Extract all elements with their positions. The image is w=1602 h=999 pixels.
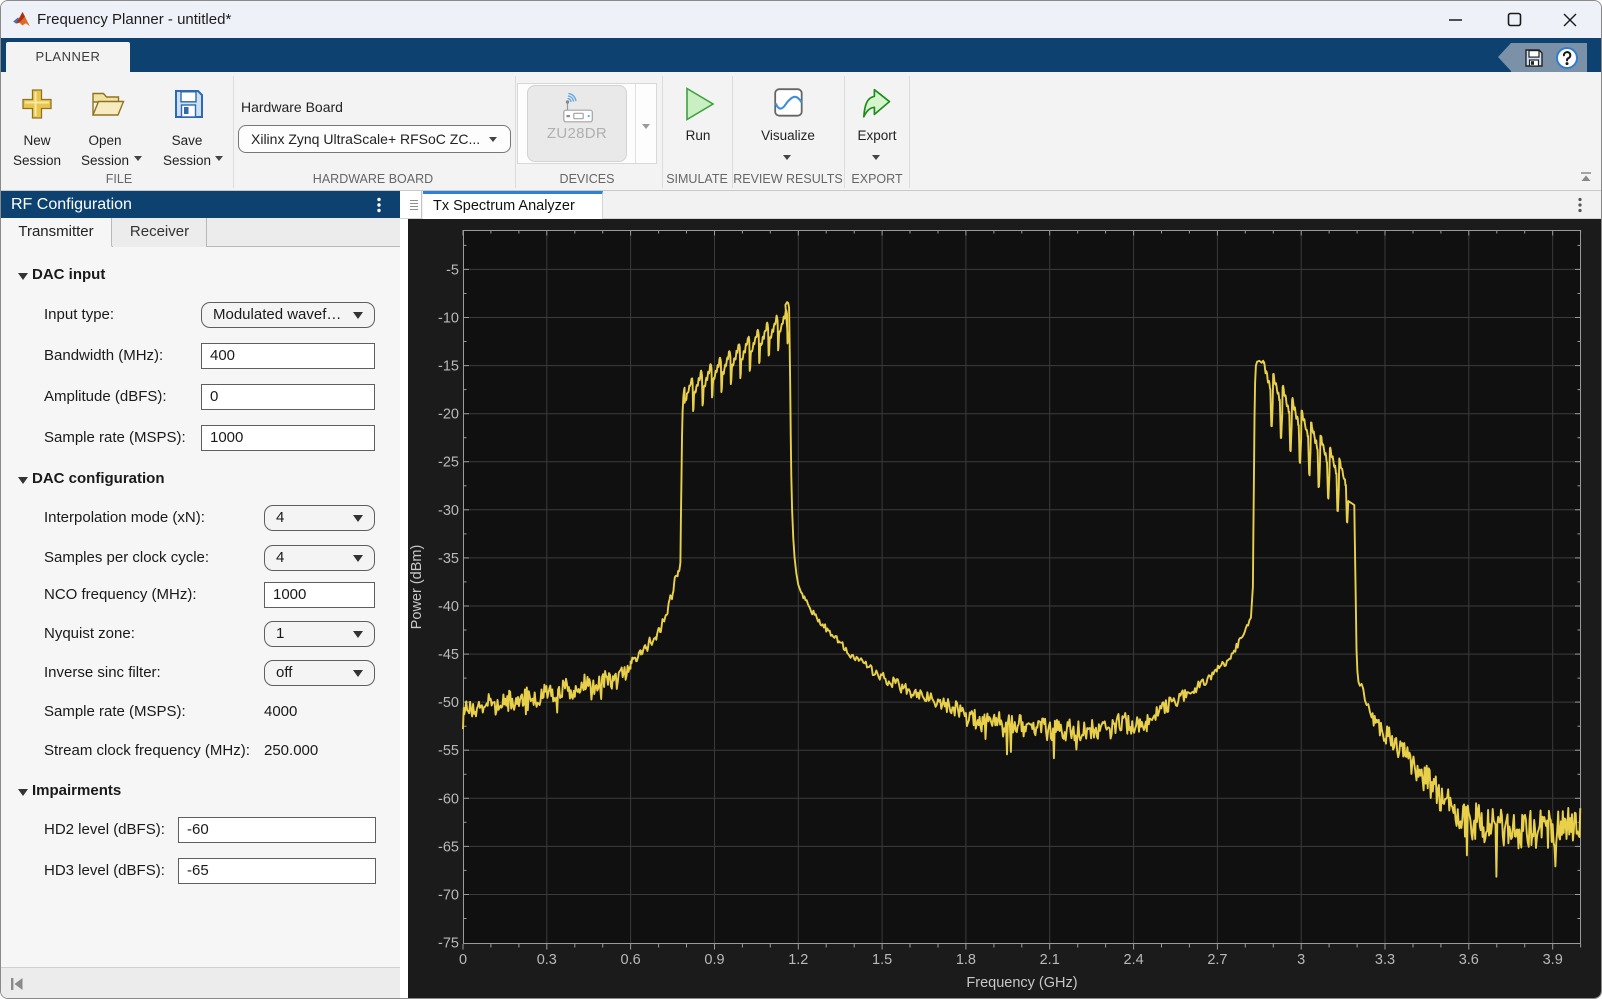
svg-text:-60: -60 xyxy=(438,791,459,807)
svg-text:3.9: 3.9 xyxy=(1543,952,1563,968)
svg-text:3: 3 xyxy=(1297,952,1305,968)
svg-text:-70: -70 xyxy=(438,888,459,904)
svg-text:2.4: 2.4 xyxy=(1124,952,1144,968)
svg-text:-15: -15 xyxy=(438,359,459,375)
svg-text:3.3: 3.3 xyxy=(1375,952,1395,968)
svg-text:1.2: 1.2 xyxy=(788,952,808,968)
svg-text:-45: -45 xyxy=(438,647,459,663)
svg-text:-75: -75 xyxy=(438,936,459,952)
svg-text:3.6: 3.6 xyxy=(1459,952,1479,968)
svg-text:-55: -55 xyxy=(438,743,459,759)
svg-text:-65: -65 xyxy=(438,839,459,855)
svg-text:-30: -30 xyxy=(438,503,459,519)
svg-text:1.5: 1.5 xyxy=(872,952,892,968)
svg-text:0.9: 0.9 xyxy=(704,952,724,968)
svg-text:Power (dBm): Power (dBm) xyxy=(409,545,425,630)
svg-text:-10: -10 xyxy=(438,311,459,327)
svg-text:-40: -40 xyxy=(438,599,459,615)
svg-text:Frequency (GHz): Frequency (GHz) xyxy=(966,975,1077,991)
svg-text:1.8: 1.8 xyxy=(956,952,976,968)
svg-text:2.1: 2.1 xyxy=(1040,952,1060,968)
svg-text:-25: -25 xyxy=(438,455,459,471)
svg-text:0.3: 0.3 xyxy=(537,952,557,968)
svg-text:0.6: 0.6 xyxy=(621,952,641,968)
svg-text:0: 0 xyxy=(459,952,467,968)
svg-text:-50: -50 xyxy=(438,695,459,711)
svg-text:-5: -5 xyxy=(446,262,459,278)
svg-text:-35: -35 xyxy=(438,551,459,567)
svg-text:-20: -20 xyxy=(438,407,459,423)
svg-text:2.7: 2.7 xyxy=(1207,952,1227,968)
